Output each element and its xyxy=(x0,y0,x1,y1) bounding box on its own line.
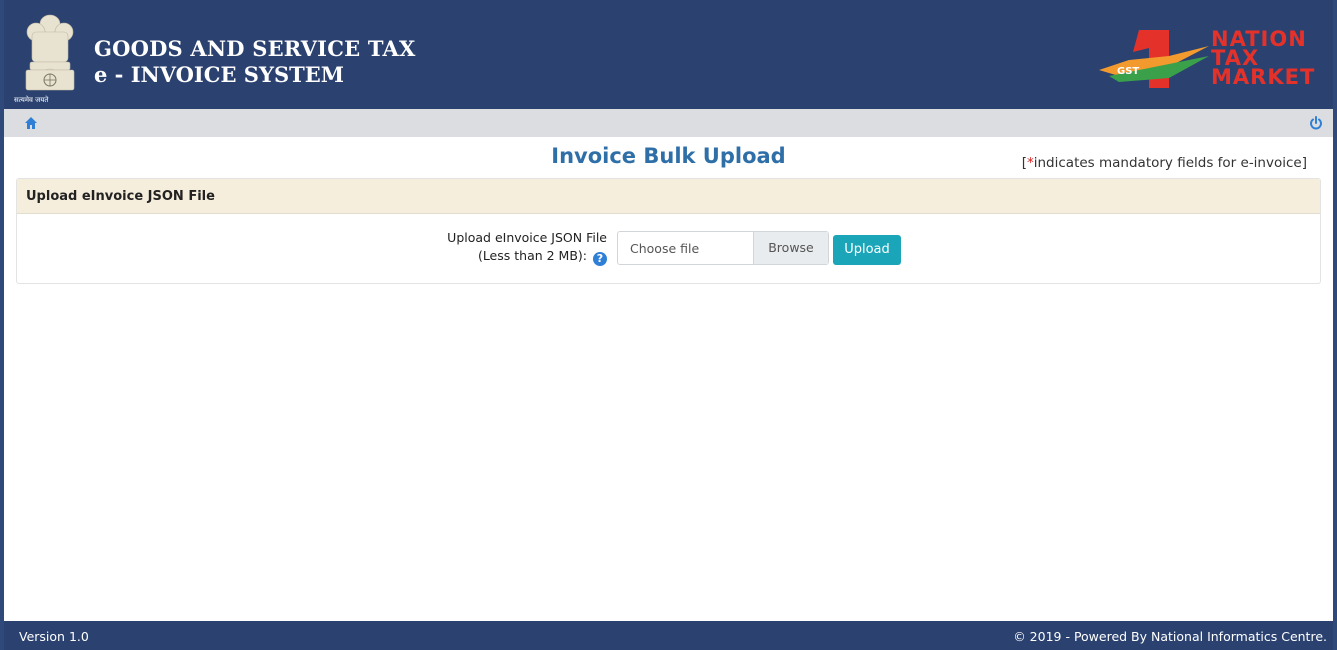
file-input[interactable]: Choose file Browse xyxy=(617,231,829,265)
upload-field-label-line1: Upload eInvoice JSON File xyxy=(447,230,607,245)
app-footer: Version 1.0 © 2019 - Powered By National… xyxy=(0,621,1337,650)
app-brand: GOODS AND SERVICE TAX e - INVOICE SYSTEM xyxy=(94,36,416,88)
home-icon[interactable] xyxy=(24,116,38,130)
mandatory-star: * xyxy=(1027,155,1034,171)
nation-tax-market-logo: GST NATION TAX MARKET xyxy=(1099,26,1319,90)
version-label: Version 1.0 xyxy=(19,629,89,644)
upload-button[interactable]: Upload xyxy=(833,235,901,265)
upload-panel: Upload eInvoice JSON File Upload eInvoic… xyxy=(16,178,1321,284)
app-header: सत्यमेव जयते GOODS AND SERVICE TAX e - I… xyxy=(0,0,1337,109)
mandatory-note: [*indicates mandatory fields for e-invoi… xyxy=(1022,154,1307,172)
help-icon[interactable]: ? xyxy=(593,252,607,266)
emblem-motto: सत्यमेव जयते xyxy=(14,96,49,104)
panel-heading: Upload eInvoice JSON File xyxy=(17,179,1320,214)
power-icon[interactable] xyxy=(1309,116,1323,130)
gst-badge-text: GST xyxy=(1117,66,1139,77)
upload-field-label-line2: (Less than 2 MB): ? xyxy=(437,247,607,266)
upload-field-label-size: (Less than 2 MB): xyxy=(477,248,588,263)
browse-button[interactable]: Browse xyxy=(753,232,828,264)
file-input-placeholder: Choose file xyxy=(630,241,700,256)
upload-field-label: Upload eInvoice JSON File (Less than 2 M… xyxy=(437,229,607,266)
app-title-line1: GOODS AND SERVICE TAX xyxy=(94,36,416,61)
copyright-label: © 2019 - Powered By National Informatics… xyxy=(1013,629,1327,644)
logo-text: NATION TAX MARKET xyxy=(1211,29,1316,89)
app-title-line2: e - INVOICE SYSTEM xyxy=(94,62,344,87)
top-navbar xyxy=(4,109,1333,137)
mandatory-note-text: indicates mandatory fields for e-invoice… xyxy=(1033,155,1307,171)
national-emblem-icon xyxy=(25,14,75,91)
logo-text-market: MARKET xyxy=(1211,65,1316,89)
panel-heading-title: Upload eInvoice JSON File xyxy=(26,189,215,204)
